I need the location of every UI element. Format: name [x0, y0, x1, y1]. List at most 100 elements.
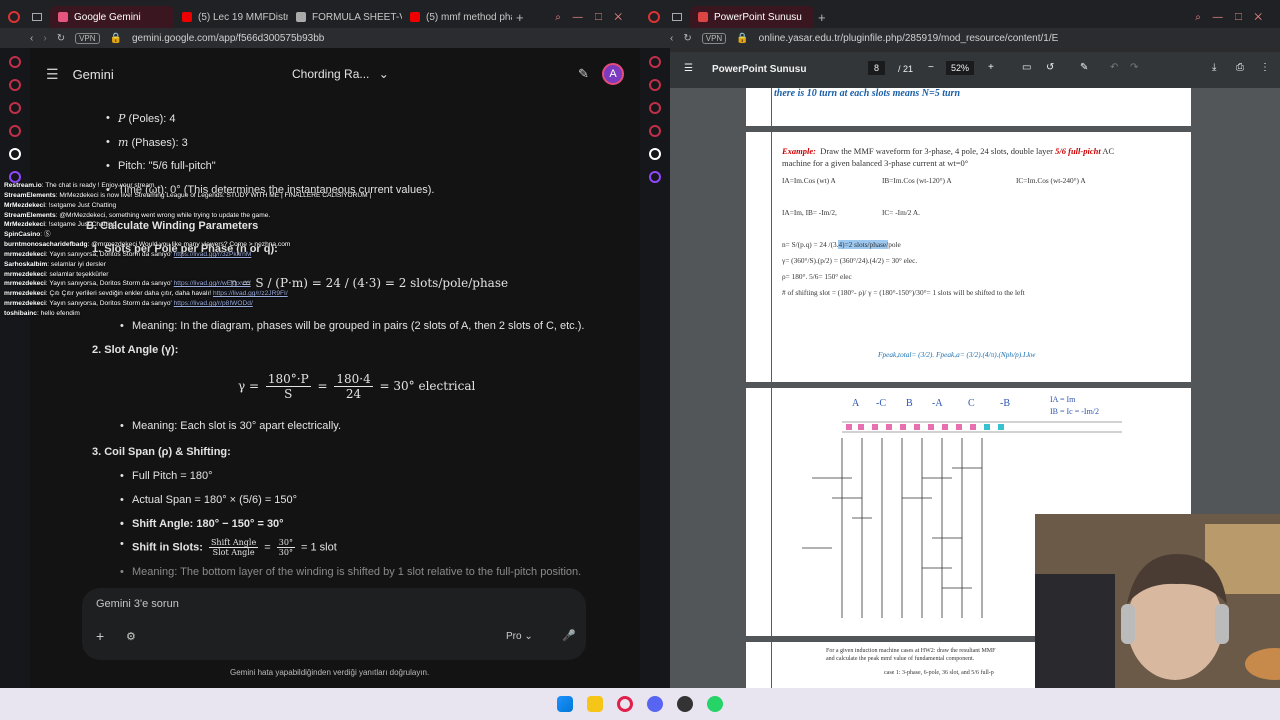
chat-username: mrmezdekeci — [4, 280, 46, 288]
new-tab-icon[interactable]: + — [516, 10, 524, 25]
workspaces-icon[interactable] — [672, 13, 682, 21]
tab-mmf-method[interactable]: (5) mmf method phas — [402, 6, 512, 28]
mic-icon[interactable]: 🎤 — [562, 629, 576, 642]
url-field[interactable]: online.yasar.edu.tr/pluginfile.php/28591… — [759, 33, 1059, 44]
back-icon[interactable]: ‹ — [30, 33, 33, 44]
opera-logo-icon[interactable] — [8, 11, 20, 23]
pitch-line: Pitch: "5/6 full-pitch" — [106, 160, 216, 172]
tools-icon[interactable]: ⚙ — [126, 630, 136, 643]
prompt-input-box[interactable]: Gemini 3'e sorun + ⚙ Pro ⌄ 🎤 — [82, 588, 586, 660]
redo-icon[interactable]: ↷ — [1130, 62, 1138, 73]
new-tab-icon[interactable]: + — [818, 10, 826, 25]
hw-label: C — [968, 398, 975, 409]
rotate-icon[interactable]: ↺ — [1046, 62, 1054, 73]
slot-row — [842, 421, 1122, 433]
chat-username: MrMezdekeci — [4, 201, 46, 209]
pdf-favicon-icon — [698, 12, 708, 22]
chat-text: The chat is ready ! Enjoy your stream — [45, 182, 155, 189]
download-icon[interactable]: ⤓ — [1212, 62, 1216, 73]
zoom-out-icon[interactable]: − — [928, 62, 934, 73]
window-controls[interactable]: ⌕—☐✕ — [1195, 12, 1280, 23]
hw2-line1: For a given induction machine cases at H… — [826, 648, 996, 654]
tab-formula-sheet[interactable]: FORMULA SHEET-V6 — [288, 6, 402, 28]
back-icon[interactable]: ‹ — [670, 33, 673, 44]
obs-icon[interactable] — [677, 696, 693, 712]
new-chat-icon[interactable]: ✎ — [578, 66, 589, 82]
fpeak-eq: Fpeak,total= (3/2). Fpeak,a= (3/2).(4/π)… — [878, 350, 1036, 359]
sidebar-ai-icon[interactable] — [9, 148, 21, 160]
right-tab-bar: PowerPoint Sunusu + ⌕—☐✕ — [640, 0, 1280, 28]
sidebar-app-icon[interactable] — [9, 56, 21, 68]
sidebar-app-icon[interactable] — [649, 56, 661, 68]
mode-selector[interactable]: Pro ⌄ — [506, 631, 533, 642]
vpn-badge[interactable]: VPN — [75, 32, 100, 44]
mmf-steps — [802, 438, 983, 618]
url-field[interactable]: gemini.google.com/app/f566d300575b93bb — [132, 33, 324, 44]
sidebar-twitch-icon[interactable] — [649, 171, 661, 183]
webcam-overlay — [1035, 514, 1280, 688]
hw2-line2: and calculate the peak mmf value of fund… — [826, 656, 975, 662]
add-icon[interactable]: + — [96, 628, 104, 644]
window-controls[interactable]: ⌕—☐✕ — [555, 12, 640, 23]
poles-line: P (Poles): 4 — [106, 112, 175, 125]
item1-meaning: Meaning: In the diagram, phases will be … — [120, 320, 584, 332]
whatsapp-icon[interactable] — [707, 696, 723, 712]
sidebar-app-icon[interactable] — [9, 102, 21, 114]
sidebar-app-icon[interactable] — [9, 79, 21, 91]
chat-title-dropdown[interactable]: Chording Ra... ⌄ — [292, 67, 389, 81]
hw-label: -C — [876, 398, 886, 409]
opera-icon[interactable] — [617, 696, 633, 712]
chat-text: MrMezdekeci is now live! Streaming Leagu… — [59, 191, 372, 199]
menu-icon[interactable]: ☰ — [46, 66, 59, 83]
undo-icon[interactable]: ↶ — [1110, 62, 1118, 73]
chat-message: burntmonosacharidefbadg: @mrmezdekeci Wo… — [4, 241, 291, 249]
tab-google-gemini[interactable]: Google Gemini — [50, 6, 174, 28]
chat-message: MrMezdekeci: !setgame Just Chatting — [4, 221, 117, 229]
windows-start-icon[interactable] — [557, 696, 573, 712]
reload-icon[interactable]: ↻ — [57, 33, 65, 44]
chat-text: selamlar teşekkürler — [49, 270, 109, 278]
pdf-menu-icon[interactable]: ☰ — [684, 63, 693, 74]
ib-eq: IB=Im.Cos (wt-120°) A — [882, 176, 952, 185]
more-icon[interactable]: ⋮ — [1260, 62, 1270, 73]
chat-link[interactable]: https://livad.gg/r/z2JR9FI/ — [213, 290, 288, 297]
print-icon[interactable]: ⎙ — [1236, 62, 1244, 73]
draw-icon[interactable]: ✎ — [1080, 62, 1088, 73]
tab-lec19[interactable]: (5) Lec 19 MMFDistrib — [174, 6, 288, 28]
zoom-input[interactable]: 52% — [946, 61, 975, 75]
pdf-viewer[interactable]: there is 10 turn at each slots means N=5… — [670, 88, 1280, 688]
chat-message: mrmezdekeci: Yayın sanıyorsa, Doritos St… — [4, 300, 253, 308]
avatar[interactable]: A — [602, 63, 624, 85]
tab-powerpoint[interactable]: PowerPoint Sunusu — [690, 6, 814, 28]
chat-message: Sarhoskalbim: selamlar iyi dersler — [4, 260, 106, 268]
ic-eq: IC=Im.Cos (wt-240°) A — [1016, 176, 1086, 185]
sidebar-app-icon[interactable] — [9, 125, 21, 137]
sidebar-app-icon[interactable] — [649, 125, 661, 137]
chat-link[interactable]: https://livad.gg/r/3zPkkrnM — [174, 251, 252, 258]
pdf-title: PowerPoint Sunusu — [712, 64, 807, 75]
sidebar-app-icon[interactable] — [649, 102, 661, 114]
sidebar-ai-icon[interactable] — [649, 148, 661, 160]
chat-text: !setgame Just Chatting — [48, 201, 117, 209]
chat-link[interactable]: https://livad.gg/r/wEkxxvY/ — [174, 280, 251, 287]
slide-8: Example: Draw the MMF waveform for 3-pha… — [746, 132, 1191, 382]
fit-page-icon[interactable]: ▭ — [1022, 62, 1031, 73]
right-address-bar: ‹ ↻ VPN 🔒 online.yasar.edu.tr/pluginfile… — [640, 28, 1280, 48]
zoom-in-icon[interactable]: + — [988, 62, 994, 73]
reload-icon[interactable]: ↻ — [683, 33, 691, 44]
item2-meaning: Meaning: Each slot is 30° apart electric… — [120, 420, 341, 432]
vpn-badge[interactable]: VPN — [701, 32, 727, 44]
discord-icon[interactable] — [647, 696, 663, 712]
sidebar-app-icon[interactable] — [649, 79, 661, 91]
lock-icon: 🔒 — [736, 32, 749, 44]
forward-icon[interactable]: › — [43, 33, 46, 44]
actual-span-line: Actual Span = 180° × (5/6) = 150° — [120, 494, 297, 506]
chat-link[interactable]: https://livad.gg/r/p8IWODd/ — [174, 300, 253, 307]
page-number-input[interactable]: 8 — [868, 61, 886, 75]
chat-username: mrmezdekeci — [4, 300, 46, 308]
prompt-input[interactable]: Gemini 3'e sorun — [96, 598, 179, 610]
opera-logo-icon[interactable] — [648, 11, 660, 23]
example-line: Example: Draw the MMF waveform for 3-pha… — [782, 146, 1115, 156]
workspaces-icon[interactable] — [32, 13, 42, 21]
file-explorer-icon[interactable] — [587, 696, 603, 712]
